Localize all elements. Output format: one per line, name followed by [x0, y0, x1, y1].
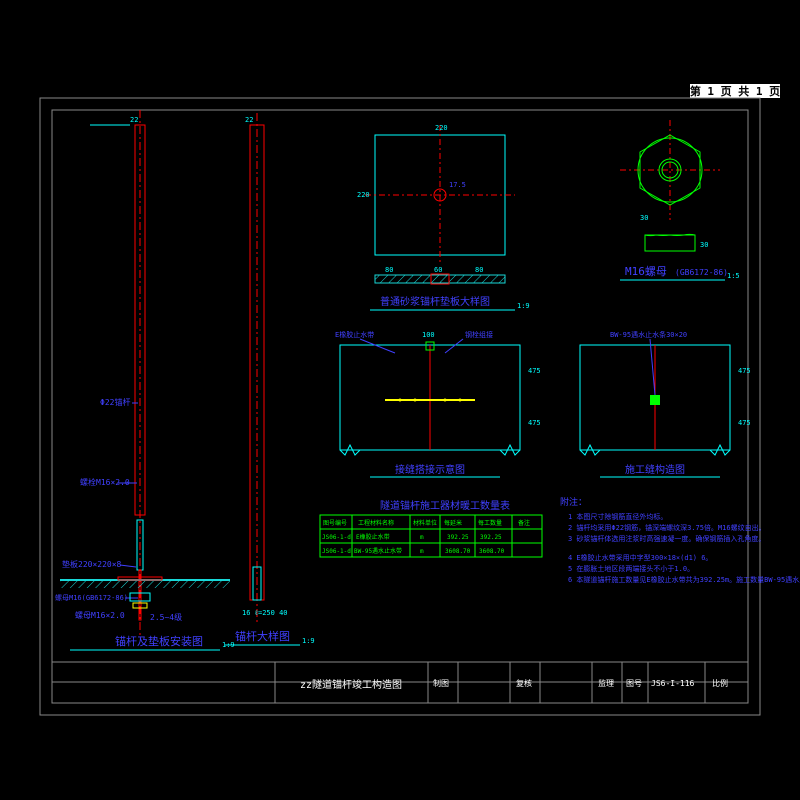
svg-text:3608.70: 3608.70 — [445, 548, 471, 555]
svg-text:BW-95遇水止水条30×20: BW-95遇水止水条30×20 — [610, 330, 687, 339]
svg-text:60: 60 — [434, 266, 442, 274]
plate-width: 220 — [435, 124, 448, 132]
svg-text:备注: 备注 — [518, 519, 530, 527]
svg-text:E橡胶止水带: E橡胶止水带 — [356, 533, 390, 541]
svg-text:475: 475 — [528, 419, 541, 427]
svg-text:m: m — [420, 548, 424, 555]
svg-text:6 本隧道锚杆施工数量见E橡胶止水带共为392.25m。施工: 6 本隧道锚杆施工数量见E橡胶止水带共为392.25m。施工数量BW-95遇水止… — [568, 575, 800, 584]
svg-text:E橡胶止水带: E橡胶止水带 — [335, 330, 374, 339]
svg-text:比例: 比例 — [712, 678, 728, 688]
joint2-title: 施工缝构造图 — [625, 463, 685, 476]
joint1-title: 接缝搭接示意图 — [395, 463, 465, 476]
drawing-number: JS6-I-116 — [651, 679, 695, 688]
svg-text:每工数量: 每工数量 — [478, 519, 502, 527]
svg-text:JS06-1-d: JS06-1-d — [322, 548, 351, 555]
notes-title: 附注： — [560, 496, 587, 508]
svg-text:螺栓M16×2.0: 螺栓M16×2.0 — [80, 477, 130, 487]
svg-text:4 E橡胶止水带采用中字型300×18×(d1) 6。: 4 E橡胶止水带采用中字型300×18×(d1) 6。 — [568, 553, 712, 562]
svg-text:1:5: 1:5 — [727, 272, 740, 280]
svg-text:475: 475 — [528, 367, 541, 375]
nut-dim: 30 — [640, 214, 648, 222]
svg-text:17.5: 17.5 — [449, 181, 466, 189]
svg-text:22: 22 — [245, 116, 253, 124]
svg-text:制图: 制图 — [433, 678, 449, 688]
svg-text:Φ22锚杆: Φ22锚杆 — [100, 397, 130, 407]
svg-text:392.25: 392.25 — [480, 534, 502, 541]
svg-text:m: m — [420, 534, 424, 541]
svg-text:(GB6172-86): (GB6172-86) — [675, 268, 728, 277]
svg-text:图号: 图号 — [626, 679, 642, 688]
svg-text:材料单位: 材料单位 — [413, 519, 437, 527]
svg-text:螺母M16(GB6172-86): 螺母M16(GB6172-86) — [55, 593, 128, 602]
svg-text:1:9: 1:9 — [302, 637, 315, 645]
svg-text:30: 30 — [700, 241, 708, 249]
svg-text:3 砂浆锚杆体选用注浆时高强速凝一度。确保钢筋插入孔角度。: 3 砂浆锚杆体选用注浆时高强速凝一度。确保钢筋插入孔角度。 — [568, 534, 765, 543]
svg-text:100: 100 — [422, 331, 435, 339]
svg-text:5 在膨胀土地区段两端接头不小于1.0。: 5 在膨胀土地区段两端接头不小于1.0。 — [568, 564, 694, 573]
svg-text:JS06-1-d: JS06-1-d — [322, 534, 351, 541]
svg-text:BW-95遇水止水带: BW-95遇水止水带 — [354, 547, 402, 555]
svg-text:图号编号: 图号编号 — [323, 519, 347, 527]
svg-text:垫板220×220×8: 垫板220×220×8 — [62, 559, 122, 569]
page-banner: 第 1 页 共 1 页 — [690, 84, 780, 98]
svg-text:22: 22 — [130, 116, 138, 124]
detail-title: 锚杆大样图 — [235, 629, 290, 643]
svg-text:每延米: 每延米 — [444, 519, 462, 527]
svg-text:钢栓组接: 钢栓组接 — [465, 330, 493, 339]
svg-text:螺母M16×2.0: 螺母M16×2.0 — [75, 610, 125, 620]
svg-text:475: 475 — [738, 419, 751, 427]
svg-text:复核: 复核 — [516, 678, 532, 688]
nut-title: M16螺母 — [625, 265, 667, 278]
svg-text:2.5~4级: 2.5~4级 — [150, 612, 182, 622]
svg-text:475: 475 — [738, 367, 751, 375]
svg-text:1:9: 1:9 — [517, 302, 530, 310]
mat-title: 隧道锚杆施工器材暖工数量表 — [380, 499, 510, 512]
svg-text:16 ℓ=250 40: 16 ℓ=250 40 — [242, 609, 288, 617]
svg-text:3608.70: 3608.70 — [479, 548, 505, 555]
svg-text:80: 80 — [385, 266, 393, 274]
svg-text:80: 80 — [475, 266, 483, 274]
anchor-title: 锚杆及垫板安装图 — [115, 634, 203, 648]
svg-text:392.25: 392.25 — [447, 534, 469, 541]
svg-text:监理: 监理 — [598, 678, 614, 688]
drawing-title: zz隧道锚杆竣工构造图 — [300, 678, 402, 691]
svg-text:1 本图尺寸除钢筋直径外均标。: 1 本图尺寸除钢筋直径外均标。 — [568, 512, 667, 521]
plate-height: 220 — [357, 191, 370, 199]
svg-text:2 锚杆均采用Φ22钢筋，锚深端螺纹深3.75倍。M16螺纹: 2 锚杆均采用Φ22钢筋，锚深端螺纹深3.75倍。M16螺纹自出。 — [568, 523, 766, 532]
plate-title: 普通砂浆锚杆垫板大样图 — [380, 295, 490, 308]
svg-text:工程材料名称: 工程材料名称 — [358, 519, 394, 527]
